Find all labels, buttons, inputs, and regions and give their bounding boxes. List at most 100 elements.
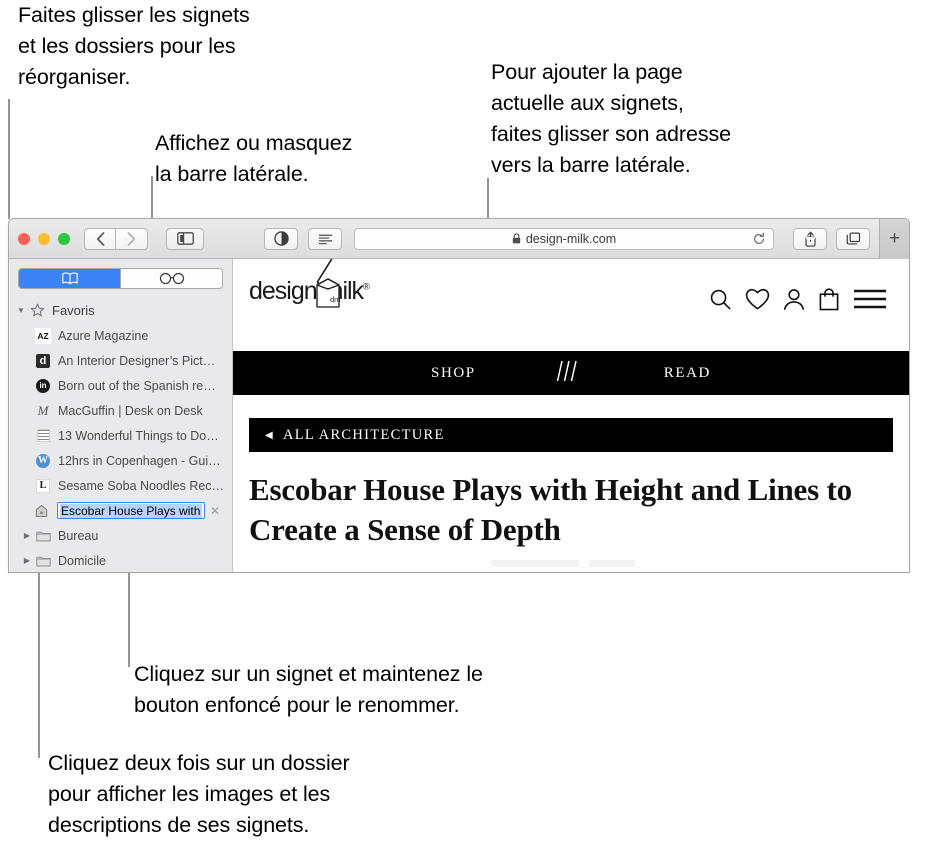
folder-label: Bureau: [58, 528, 99, 543]
bookmark-label: 13 Wonderful Things to Do…: [58, 428, 219, 443]
chevron-left-icon: [96, 231, 104, 246]
bookmarks-sidebar: ▼ Favoris AZ Azure Magazine d An Interio…: [9, 259, 233, 572]
breadcrumb-back-arrow-icon[interactable]: ◀: [265, 430, 274, 441]
close-window-button[interactable]: [18, 232, 30, 245]
chevron-right-icon: [127, 231, 136, 246]
folder-label: Domicile: [58, 553, 106, 568]
article-headline: Escobar House Plays with Height and Line…: [249, 472, 852, 547]
heart-icon[interactable]: [745, 288, 770, 316]
segment-reading-list[interactable]: [121, 269, 222, 288]
favicon-macguffin: M: [37, 402, 49, 418]
toolbar-right-actions: [793, 227, 870, 250]
window-controls: [18, 232, 70, 245]
account-icon[interactable]: [783, 288, 805, 316]
milk-carton-icon: dm: [316, 259, 340, 308]
bookmark-item-editing[interactable]: Escobar House Plays with H ✕: [9, 498, 232, 523]
clear-icon[interactable]: ✕: [210, 504, 220, 518]
share-icon: [804, 231, 816, 247]
favicon-azure-magazine: AZ: [35, 327, 51, 344]
bookmark-item[interactable]: in Born out of the Spanish re…: [9, 373, 232, 398]
favicon-inhabitat: in: [35, 378, 51, 394]
leader-line-folder-open: [38, 573, 40, 758]
url-text: design-milk.com: [525, 231, 617, 246]
folder-icon: [35, 528, 51, 544]
callout-reorder-bookmarks: Faites glisser les signets et les dossie…: [18, 3, 250, 89]
navigation-buttons: [84, 227, 148, 250]
bookmark-label: Born out of the Spanish re…: [58, 378, 216, 393]
disclosure-triangle-icon[interactable]: ▶: [21, 531, 33, 540]
site-nav-bar: SHOP READ: [233, 351, 909, 395]
bookmark-label: Azure Magazine: [58, 328, 149, 343]
lock-icon: [512, 233, 521, 244]
nav-item-shop[interactable]: SHOP: [431, 365, 476, 382]
browser-toolbar: design-milk.com +: [9, 219, 909, 259]
placeholder-bar: [589, 560, 635, 567]
slashes-logo-icon[interactable]: [556, 359, 584, 388]
carton-label: dm: [330, 295, 340, 304]
bookmark-item[interactable]: W 12hrs in Copenhagen - Gui…: [9, 448, 232, 473]
callout-show-hide-sidebar: Affichez ou masquez la barre latérale.: [155, 131, 353, 186]
favicon-escobar-house: [33, 503, 49, 519]
callout-rename-bookmark: Cliquez sur un signet et maintenez le bo…: [134, 662, 483, 717]
sidebar-folder-domicile[interactable]: ▶ Domicile: [9, 548, 232, 572]
bookmark-rename-value: Escobar House Plays with H: [60, 503, 202, 518]
leader-line-sidebar-toggle: [151, 176, 153, 219]
text-size-icon: [318, 234, 332, 244]
bookmark-item[interactable]: 13 Wonderful Things to Do…: [9, 423, 232, 448]
sidebar-group-favoris[interactable]: ▼ Favoris: [9, 298, 232, 323]
tab-overview-icon: [846, 232, 860, 245]
bookmark-label: An Interior Designer’s Pict…: [58, 353, 216, 368]
safari-window: design-milk.com + ▼ Favoris AZ Azure Mag…: [8, 218, 910, 573]
nav-item-read[interactable]: READ: [664, 365, 711, 382]
tab-overview-button[interactable]: [836, 227, 870, 250]
text-size-button[interactable]: [308, 227, 342, 250]
sidebar-toggle-button[interactable]: [166, 227, 204, 250]
segment-bookmarks[interactable]: [19, 269, 121, 288]
page-placeholder-bars: [491, 560, 909, 567]
zoom-window-button[interactable]: [58, 232, 70, 245]
shopping-bag-icon[interactable]: [818, 287, 840, 316]
sidebar-group-label: Favoris: [52, 303, 95, 318]
reader-view-button[interactable]: [264, 227, 298, 250]
site-logo[interactable]: design\milk® dm: [249, 259, 389, 308]
book-icon: [61, 272, 78, 285]
bookmark-item[interactable]: M MacGuffin | Desk on Desk: [9, 398, 232, 423]
search-icon[interactable]: [709, 288, 732, 316]
star-icon: [29, 303, 45, 319]
disclosure-triangle-icon[interactable]: ▶: [21, 556, 33, 565]
browser-content-area: ▼ Favoris AZ Azure Magazine d An Interio…: [9, 259, 909, 572]
folder-icon: [35, 553, 51, 569]
breadcrumb[interactable]: ◀ ALL ARCHITECTURE: [249, 418, 893, 452]
sidebar-segmented-control: [18, 268, 223, 289]
minimize-window-button[interactable]: [38, 232, 50, 245]
bookmark-item[interactable]: L Sesame Soba Noodles Rec…: [9, 473, 232, 498]
hamburger-menu-icon[interactable]: [853, 288, 887, 315]
address-bar[interactable]: design-milk.com: [354, 227, 774, 250]
leader-line-add-bookmark: [487, 178, 489, 220]
back-button[interactable]: [84, 227, 116, 250]
favicon-dezeen: d: [35, 353, 51, 369]
favicon-things-to-do: [35, 428, 51, 444]
share-button[interactable]: [793, 227, 827, 250]
favicon-wordpress: W: [36, 453, 50, 468]
site-icon-row: [709, 277, 887, 316]
favicon-love-and-lemons: L: [35, 478, 51, 494]
callout-add-bookmark: Pour ajouter la page actuelle aux signet…: [491, 60, 731, 177]
glasses-icon: [159, 272, 184, 285]
disclosure-triangle-icon[interactable]: ▼: [15, 306, 27, 315]
bookmark-label: MacGuffin | Desk on Desk: [58, 403, 203, 418]
site-header: design\milk® dm: [233, 259, 909, 351]
bookmark-rename-input[interactable]: Escobar House Plays with H: [57, 502, 205, 519]
sidebar-folder-bureau[interactable]: ▶ Bureau: [9, 523, 232, 548]
new-tab-button[interactable]: +: [879, 219, 909, 259]
reader-view-icon: [273, 231, 289, 246]
breadcrumb-label[interactable]: ALL ARCHITECTURE: [283, 427, 445, 444]
bookmark-label: Sesame Soba Noodles Rec…: [58, 478, 225, 493]
placeholder-bar: [491, 560, 579, 567]
bookmark-item[interactable]: AZ Azure Magazine: [9, 323, 232, 348]
web-page-content: design\milk® dm SHOP READ ◀ ALL ARCHITEC…: [233, 259, 909, 572]
reload-button[interactable]: [752, 232, 766, 249]
bookmark-item[interactable]: d An Interior Designer’s Pict…: [9, 348, 232, 373]
forward-button[interactable]: [116, 227, 148, 250]
callout-open-folder: Cliquez deux fois sur un dossier pour af…: [48, 751, 350, 837]
